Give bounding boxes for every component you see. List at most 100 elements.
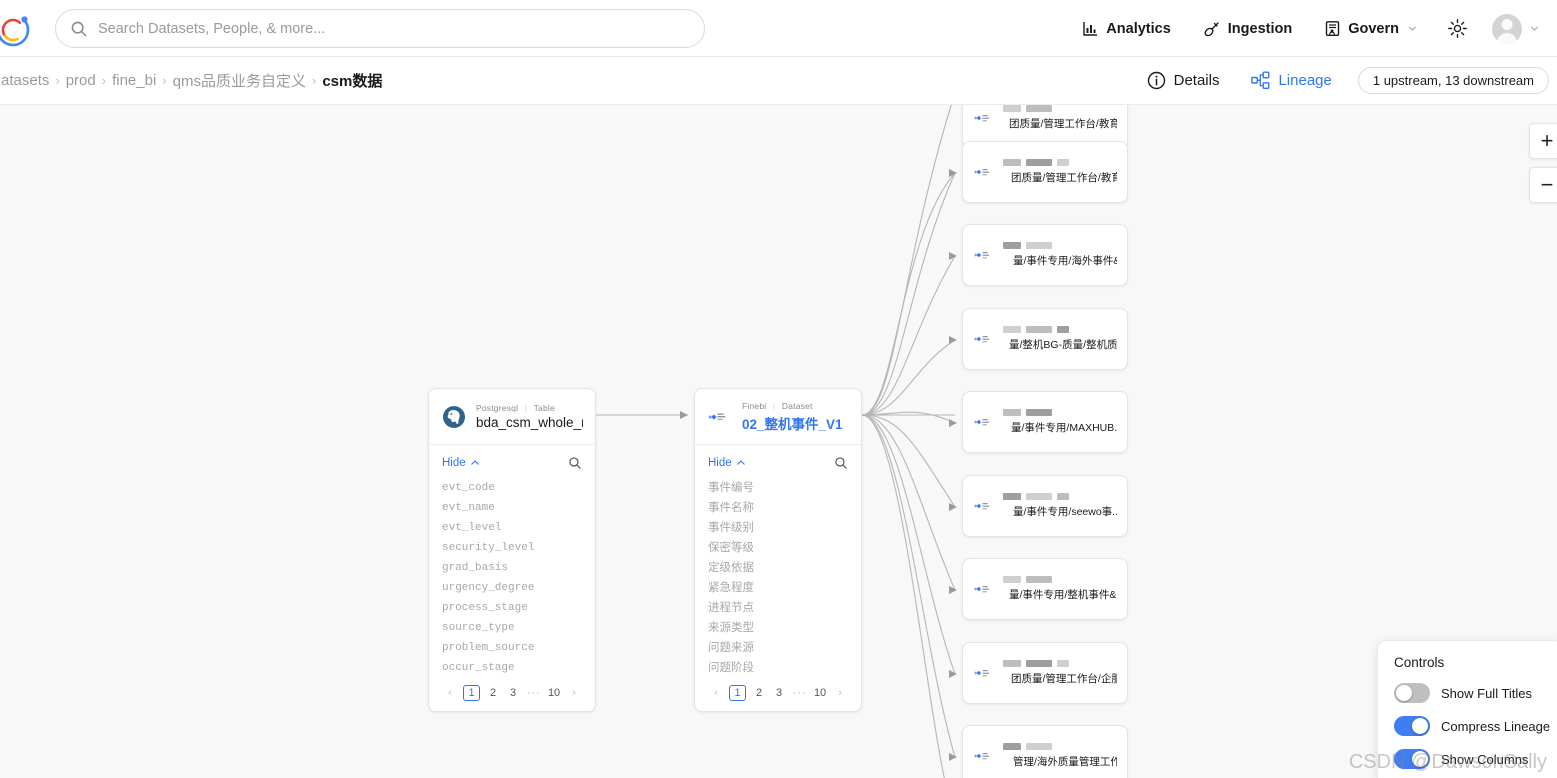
column-item[interactable]: evt_name: [442, 498, 582, 518]
column-item[interactable]: process_stage: [442, 598, 582, 618]
lineage-node-downstream[interactable]: 量/事件专用/海外事件&费...: [962, 224, 1128, 286]
zoom-in-button[interactable]: +: [1529, 123, 1557, 159]
controls-panel: Controls Show Full Titles Compress Linea…: [1377, 640, 1557, 778]
downstream-node-title[interactable]: 量/事件专用/整机事件&费...: [1003, 587, 1117, 602]
downstream-node-label: 量/事件专用/seewo事...: [1013, 506, 1117, 518]
downstream-node-title[interactable]: 团质量/管理工作台/教育质...: [1003, 170, 1117, 185]
lineage-node-upstream[interactable]: Postgresql | Table bda_csm_whole_main_..…: [428, 388, 596, 712]
lineage-canvas[interactable]: Postgresql | Table bda_csm_whole_main_..…: [0, 105, 1557, 778]
pagination-page-3[interactable]: 3: [507, 687, 520, 699]
downstream-node-title[interactable]: 量/事件专用/MAXHUB...: [1003, 420, 1117, 435]
pagination-next[interactable]: ›: [834, 687, 847, 699]
hide-columns-button[interactable]: Hide: [442, 457, 480, 469]
column-item[interactable]: problem_source: [442, 638, 582, 658]
downstream-node-text: 量/事件专用/seewo事...: [1003, 493, 1117, 519]
column-item[interactable]: 紧急程度: [708, 578, 848, 598]
downstream-node-label: 团质量/管理工作台/企服质...: [1011, 673, 1117, 685]
compress-lineage-toggle[interactable]: [1394, 716, 1430, 736]
pagination-prev[interactable]: ‹: [709, 687, 722, 699]
settings-button[interactable]: [1433, 0, 1482, 57]
show-full-titles-toggle[interactable]: [1394, 683, 1430, 703]
breadcrumb-item-1[interactable]: prod: [60, 72, 102, 89]
column-item[interactable]: evt_code: [442, 478, 582, 498]
lineage-node-downstream[interactable]: 量/事件专用/seewo事...: [962, 475, 1128, 537]
lineage-node-center[interactable]: Finebi | Dataset 02_整机事件_V1 Hide 事件编号 事件…: [694, 388, 862, 712]
node-title[interactable]: bda_csm_whole_main_...: [476, 415, 583, 430]
control-show-columns[interactable]: Show Columns: [1394, 749, 1557, 769]
breadcrumb-item-2[interactable]: fine_bi: [106, 72, 162, 89]
search-input[interactable]: [98, 20, 690, 37]
pagination-page-last[interactable]: 10: [548, 687, 561, 699]
show-columns-toggle[interactable]: [1394, 749, 1430, 769]
downstream-node-title[interactable]: 管理/海外质量管理工作台: [1003, 754, 1117, 769]
search-icon[interactable]: [568, 456, 582, 470]
column-item[interactable]: occur_stage: [442, 658, 582, 678]
datahub-logo[interactable]: [0, 8, 35, 52]
breadcrumb-item-0[interactable]: atasets: [0, 72, 55, 89]
lineage-node-downstream[interactable]: 团质量/管理工作台/企服质...: [962, 642, 1128, 704]
column-item[interactable]: 进程节点: [708, 598, 848, 618]
pagination-page-2[interactable]: 2: [487, 687, 500, 699]
columns-panel-header: Hide: [708, 453, 848, 473]
redacted-platform-meta: [1003, 242, 1117, 249]
plug-icon: [1204, 21, 1219, 36]
global-search-box[interactable]: [55, 9, 705, 48]
column-item[interactable]: 来源类型: [708, 618, 848, 638]
downstream-node-title[interactable]: 团质量/管理工作台/企服质...: [1003, 671, 1117, 686]
pagination-next[interactable]: ›: [568, 687, 581, 699]
info-circle-icon: [1147, 71, 1165, 90]
control-show-full-titles[interactable]: Show Full Titles: [1394, 683, 1557, 703]
nav-govern[interactable]: Govern: [1308, 0, 1433, 57]
column-item[interactable]: 保密等级: [708, 538, 848, 558]
column-item[interactable]: evt_level: [442, 518, 582, 538]
columns-pagination: ‹ 1 2 3 ··· 10 ›: [708, 685, 848, 701]
user-menu[interactable]: [1482, 13, 1543, 44]
downstream-node-title[interactable]: 团质量/管理工作台/教育质...: [1003, 116, 1117, 131]
column-item[interactable]: 事件级别: [708, 518, 848, 538]
pagination-page-last[interactable]: 10: [814, 687, 827, 699]
nav-analytics[interactable]: Analytics: [1066, 0, 1186, 57]
node-title[interactable]: 02_整机事件_V1: [742, 413, 843, 433]
finebi-icon: [708, 413, 726, 420]
pagination-page-1[interactable]: 1: [463, 685, 480, 701]
node-platform: Finebi: [742, 400, 767, 411]
hide-columns-button[interactable]: Hide: [708, 457, 746, 469]
nav-ingestion[interactable]: Ingestion: [1187, 0, 1308, 57]
hide-label: Hide: [442, 457, 466, 469]
lineage-node-downstream[interactable]: 量/整机BG-质量/整机质...: [962, 308, 1128, 370]
column-item[interactable]: source_type: [442, 618, 582, 638]
column-item[interactable]: 问题阶段: [708, 658, 848, 678]
downstream-node-title[interactable]: 量/事件专用/seewo事...: [1003, 504, 1117, 519]
column-item[interactable]: 问题来源: [708, 638, 848, 658]
breadcrumb-item-3[interactable]: qms品质业务自定义: [167, 70, 312, 91]
tab-lineage[interactable]: Lineage: [1235, 57, 1347, 105]
tab-details[interactable]: Details: [1131, 57, 1236, 105]
lineage-node-downstream[interactable]: 量/事件专用/MAXHUB...: [962, 391, 1128, 453]
pagination-page-3[interactable]: 3: [773, 687, 786, 699]
column-item[interactable]: security_level: [442, 538, 582, 558]
entity-tabs: Details Lineage 1 upstream, 13 downstrea…: [1131, 57, 1549, 105]
downstream-node-text: 量/事件专用/海外事件&费...: [1003, 242, 1117, 268]
lineage-node-downstream[interactable]: 团质量/管理工作台/教育质...: [962, 141, 1128, 203]
lineage-node-downstream[interactable]: 管理/海外质量管理工作台: [962, 725, 1128, 778]
column-item[interactable]: 定级依据: [708, 558, 848, 578]
control-compress-lineage[interactable]: Compress Lineage: [1394, 716, 1557, 736]
pagination-prev[interactable]: ‹: [443, 687, 456, 699]
downstream-node-text: 团质量/管理工作台/企服质...: [1003, 660, 1117, 686]
downstream-node-title[interactable]: 量/事件专用/海外事件&费...: [1003, 253, 1117, 268]
search-icon[interactable]: [834, 456, 848, 470]
column-item[interactable]: grad_basis: [442, 558, 582, 578]
pagination-page-1[interactable]: 1: [729, 685, 746, 701]
node-header: Finebi | Dataset 02_整机事件_V1: [695, 389, 861, 444]
columns-pagination: ‹ 1 2 3 ··· 10 ›: [442, 685, 582, 701]
column-item[interactable]: 事件编号: [708, 478, 848, 498]
column-item[interactable]: 事件名称: [708, 498, 848, 518]
pagination-page-2[interactable]: 2: [753, 687, 766, 699]
finebi-icon: [974, 586, 990, 593]
zoom-out-button[interactable]: −: [1529, 167, 1557, 203]
chevron-down-icon: [1530, 26, 1539, 31]
column-item[interactable]: urgency_degree: [442, 578, 582, 598]
chevron-down-icon: [1408, 26, 1417, 31]
downstream-node-title[interactable]: 量/整机BG-质量/整机质...: [1003, 337, 1117, 352]
lineage-node-downstream[interactable]: 量/事件专用/整机事件&费...: [962, 558, 1128, 620]
